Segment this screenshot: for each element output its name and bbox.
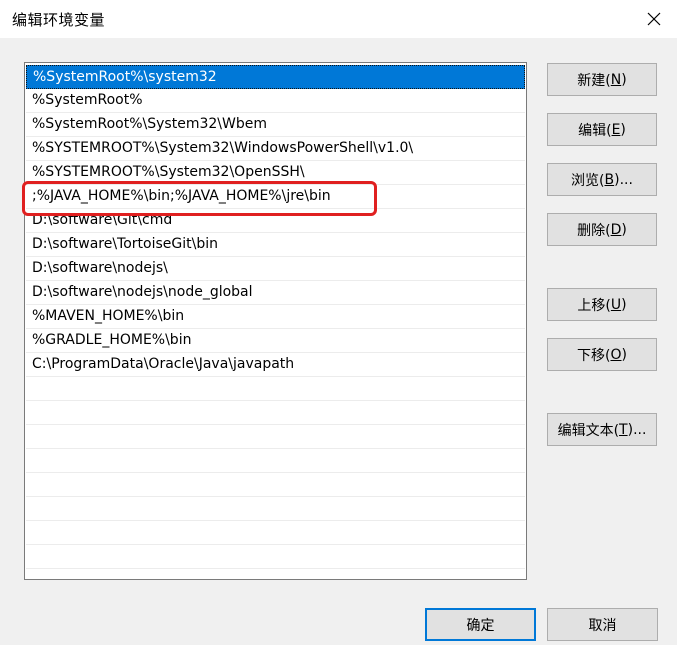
empty-row (26, 473, 525, 497)
list-item[interactable]: %MAVEN_HOME%\bin (26, 305, 525, 329)
list-item[interactable]: %GRADLE_HOME%\bin (26, 329, 525, 353)
path-list[interactable]: %SystemRoot%\system32 %SystemRoot% %Syst… (24, 62, 527, 580)
move-down-button[interactable]: 下移(O) (547, 338, 657, 371)
empty-row (26, 449, 525, 473)
list-item[interactable]: C:\ProgramData\Oracle\Java\javapath (26, 353, 525, 377)
list-item[interactable]: D:\software\nodejs\ (26, 257, 525, 281)
empty-row (26, 497, 525, 521)
empty-row (26, 377, 525, 401)
edit-button[interactable]: 编辑(E) (547, 113, 657, 146)
empty-row (26, 401, 525, 425)
title-bar: 编辑环境变量 (0, 0, 677, 38)
window-title: 编辑环境变量 (12, 11, 106, 29)
list-item[interactable]: ;%JAVA_HOME%\bin;%JAVA_HOME%\jre\bin (26, 185, 525, 209)
close-button[interactable] (631, 0, 677, 38)
list-item[interactable]: %SystemRoot%\System32\Wbem (26, 113, 525, 137)
cancel-button[interactable]: 取消 (547, 608, 658, 641)
move-up-button[interactable]: 上移(U) (547, 288, 657, 321)
list-item[interactable]: %SYSTEMROOT%\System32\OpenSSH\ (26, 161, 525, 185)
delete-button[interactable]: 删除(D) (547, 213, 657, 246)
list-item[interactable]: %SystemRoot% (26, 89, 525, 113)
close-icon (647, 12, 661, 26)
list-item[interactable]: %SystemRoot%\system32 (26, 65, 525, 89)
empty-row (26, 545, 525, 569)
ok-button[interactable]: 确定 (425, 608, 536, 641)
empty-row (26, 425, 525, 449)
list-item[interactable]: D:\software\Git\cmd (26, 209, 525, 233)
list-item[interactable]: D:\software\TortoiseGit\bin (26, 233, 525, 257)
list-item[interactable]: %SYSTEMROOT%\System32\WindowsPowerShell\… (26, 137, 525, 161)
edit-text-button[interactable]: 编辑文本(T)... (547, 413, 657, 446)
list-item[interactable]: D:\software\nodejs\node_global (26, 281, 525, 305)
empty-row (26, 521, 525, 545)
browse-button[interactable]: 浏览(B)... (547, 163, 657, 196)
new-button[interactable]: 新建(N) (547, 63, 657, 96)
